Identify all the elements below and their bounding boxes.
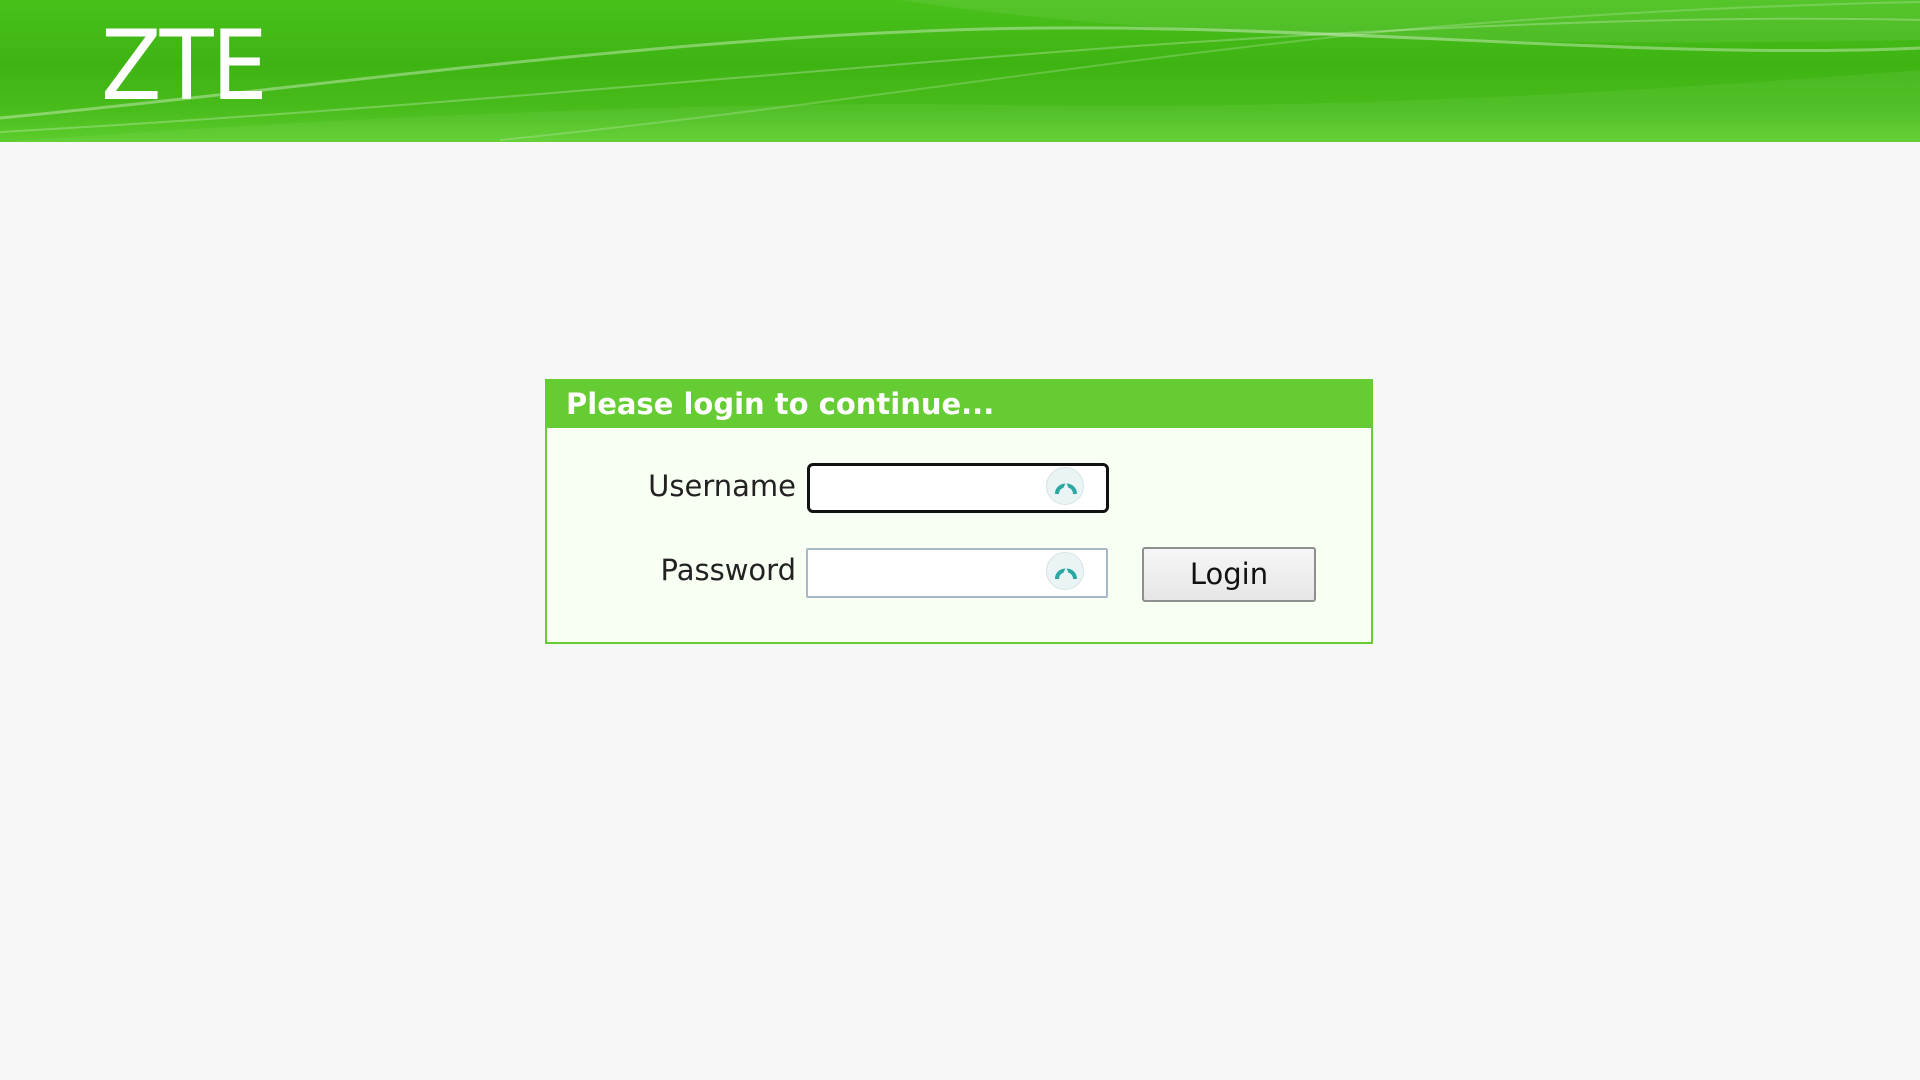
zte-logo: ZTE (101, 10, 268, 122)
login-panel-title: Please login to continue... (547, 381, 1371, 428)
login-button[interactable]: Login (1142, 547, 1316, 602)
password-label: Password (660, 553, 796, 587)
header-wave-decoration (0, 0, 1920, 142)
password-manager-key-icon[interactable] (1046, 552, 1084, 590)
username-label: Username (648, 469, 796, 503)
header-banner: ZTE (0, 0, 1920, 142)
password-manager-key-icon[interactable] (1046, 467, 1084, 505)
